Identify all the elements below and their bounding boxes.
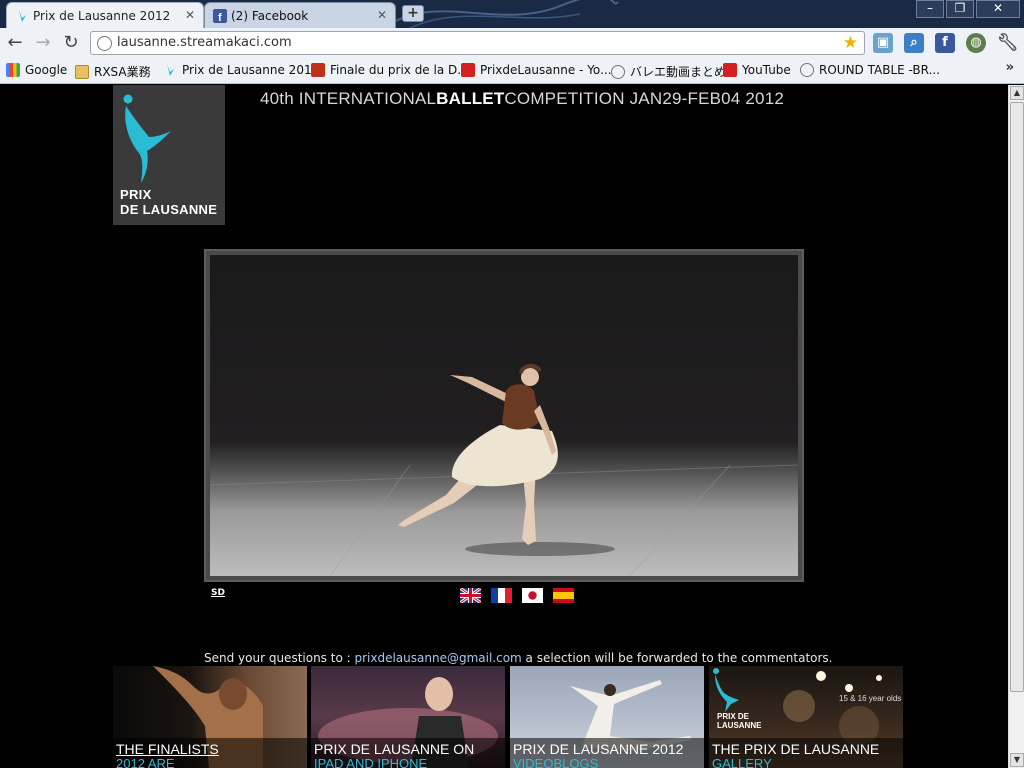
globe-icon (800, 63, 814, 77)
svg-text:f: f (218, 12, 222, 23)
globe-extension-icon[interactable]: ◍ (966, 33, 986, 53)
tab-title: (2) Facebook (231, 8, 309, 23)
maximize-button[interactable]: ❐ (946, 0, 974, 18)
language-flags (460, 588, 574, 603)
spain-flag-icon[interactable] (553, 588, 574, 603)
bookmark-finale[interactable]: Finale du prix de la D... (311, 63, 469, 77)
tile-subtitle: IPAD AND IPHONE (314, 756, 428, 768)
youtube-icon (461, 63, 475, 77)
tile-title: THE PRIX DE LAUSANNE (712, 741, 880, 757)
questions-prefix: Send your questions to : (204, 651, 355, 665)
bookmark-label: Finale du prix de la D... (330, 63, 469, 77)
japan-flag-icon[interactable] (522, 588, 543, 603)
bookmark-label: バレエ動画まとめ (630, 65, 727, 79)
close-tab-icon[interactable]: ✕ (377, 8, 387, 22)
bookmark-label: Prix de Lausanne 2012 (182, 63, 320, 77)
vertical-scrollbar[interactable]: ▲ ▼ (1008, 85, 1024, 768)
wrench-icon[interactable]: 🔧︎ (997, 33, 1019, 53)
bookmark-label: Google (25, 63, 68, 77)
minimize-button[interactable]: – (916, 0, 944, 18)
prix-de-lausanne-logo[interactable]: PRIX DE LAUSANNE (113, 85, 225, 225)
feature-tiles: THE FINALISTS 2012 ARE PRIX DE LAUSANNE … (113, 666, 905, 768)
dancer-video-image (210, 364, 798, 576)
bookmark-prix-de-lausanne[interactable]: Prix de Lausanne 2012 (163, 63, 319, 77)
competition-headline: 40th INTERNATIONALBALLETCOMPETITION JAN2… (260, 89, 784, 109)
tab-prix-de-lausanne[interactable]: Prix de Lausanne 2012 ✕ (6, 2, 204, 28)
headline-part3: COMPETITION JAN29-FEB04 2012 (504, 89, 784, 108)
bookmark-ballet-videos[interactable]: バレエ動画まとめ (611, 63, 726, 80)
tile-subtitle: GALLERY (712, 756, 772, 768)
tile-caption: PRIX DE LAUSANNE 2012 VIDEOBLOGS (510, 738, 704, 768)
prix-icon (167, 64, 174, 76)
tile-title: THE FINALISTS (116, 741, 219, 757)
facebook-favicon-icon: f (213, 9, 227, 23)
sd-quality-toggle[interactable]: SD (211, 588, 225, 598)
bookmark-youtube[interactable]: YouTube (723, 63, 791, 77)
magnifier-icon[interactable]: ⌕ (904, 33, 924, 53)
tile-subtitle: VIDEOBLOGS (513, 756, 599, 768)
logo-text-de-lausanne: DE LAUSANNE (120, 202, 218, 217)
tile-title: PRIX DE LAUSANNE ON (314, 741, 475, 757)
france-flag-icon[interactable] (491, 588, 512, 603)
facebook-icon[interactable]: f (935, 33, 955, 53)
tab-facebook[interactable]: f (2) Facebook ✕ (204, 2, 396, 28)
questions-suffix: a selection will be forwarded to the com… (521, 651, 833, 665)
bookmark-prixdelausanne-youtube[interactable]: PrixdeLausanne - Yo... (461, 63, 612, 77)
gallery-logo-text: PRIX DE LAUSANNE (717, 712, 762, 730)
bookmark-label: RXSA業務 (94, 65, 151, 79)
url-text: lausanne.streamakaci.com (117, 35, 292, 50)
bookmark-label: PrixdeLausanne - Yo... (480, 63, 612, 77)
bookmark-google[interactable]: Google (6, 63, 67, 77)
scroll-down-arrow-icon[interactable]: ▼ (1010, 753, 1024, 767)
close-window-button[interactable]: ✕ (976, 0, 1020, 18)
video-frame[interactable] (210, 255, 798, 576)
tile-subtitle: 2012 ARE (116, 756, 175, 768)
dancer-logo-icon (123, 94, 171, 183)
browser-toolbar: ← → ↻ lausanne.streamakaci.com ★ ▣ ⌕ f ◍… (0, 28, 1024, 58)
google-icon (6, 63, 20, 77)
bookmarks-bar: Google RXSA業務 Prix de Lausanne 2012 Fina… (0, 58, 1024, 84)
more-bookmarks-chevron-icon[interactable]: » (1006, 60, 1014, 75)
tile-videoblogs[interactable]: PRIX DE LAUSANNE 2012 VIDEOBLOGS (510, 666, 704, 768)
forward-button[interactable]: → (32, 32, 54, 54)
tile-title: PRIX DE LAUSANNE 2012 (513, 741, 684, 757)
folder-icon (75, 64, 89, 79)
youtube-icon (723, 63, 737, 77)
prix-favicon-icon (19, 10, 26, 22)
tile-caption: PRIX DE LAUSANNE ON IPAD AND IPHONE (311, 738, 505, 768)
bookmark-rxsa[interactable]: RXSA業務 (75, 63, 151, 80)
tile-gallery[interactable]: PRIX DE LAUSANNE 15 & 16 year olds THE P… (709, 666, 903, 768)
back-button[interactable]: ← (4, 32, 26, 54)
web-page: PRIX DE LAUSANNE 40th INTERNATIONALBALLE… (0, 85, 1008, 768)
globe-icon (97, 36, 112, 51)
tile-caption: THE PRIX DE LAUSANNE GALLERY (709, 738, 903, 768)
reload-button[interactable]: ↻ (60, 32, 82, 54)
scroll-up-arrow-icon[interactable]: ▲ (1010, 86, 1024, 100)
close-tab-icon[interactable]: ✕ (185, 8, 195, 22)
bookmark-label: YouTube (742, 63, 791, 77)
tile-ipad-iphone[interactable]: PRIX DE LAUSANNE ON IPAD AND IPHONE (311, 666, 505, 768)
uk-flag-icon[interactable] (460, 588, 481, 603)
email-link[interactable]: prixdelausanne@gmail.com (354, 651, 521, 665)
bookmark-label: ROUND TABLE -BR... (819, 63, 941, 77)
extension-tv-icon[interactable]: ▣ (873, 33, 893, 53)
tile-caption: THE FINALISTS 2012 ARE (113, 738, 307, 768)
tab-title: Prix de Lausanne 2012 (33, 8, 171, 23)
questions-notice: Send your questions to : prixdelausanne@… (204, 651, 833, 665)
address-bar[interactable]: lausanne.streamakaci.com ★ (90, 31, 865, 55)
browser-titlebar: Prix de Lausanne 2012 ✕ f (2) Facebook ✕… (0, 0, 1024, 28)
scrollbar-thumb[interactable] (1010, 102, 1024, 692)
globe-icon (611, 64, 625, 79)
tile-finalists[interactable]: THE FINALISTS 2012 ARE (113, 666, 307, 768)
headline-part1: 40th INTERNATIONAL (260, 89, 437, 108)
headline-ballet: BALLET (436, 89, 505, 108)
video-player[interactable] (204, 249, 804, 582)
new-tab-button[interactable]: + (402, 5, 424, 22)
bookmark-star-icon[interactable]: ★ (843, 33, 858, 53)
window-controls: – ❐ ✕ (916, 0, 1020, 18)
finale-icon (311, 63, 325, 77)
bookmark-round-table[interactable]: ROUND TABLE -BR... (800, 63, 940, 77)
logo-text-prix: PRIX (120, 187, 152, 202)
gallery-overlay-text: 15 & 16 year olds (839, 694, 902, 703)
